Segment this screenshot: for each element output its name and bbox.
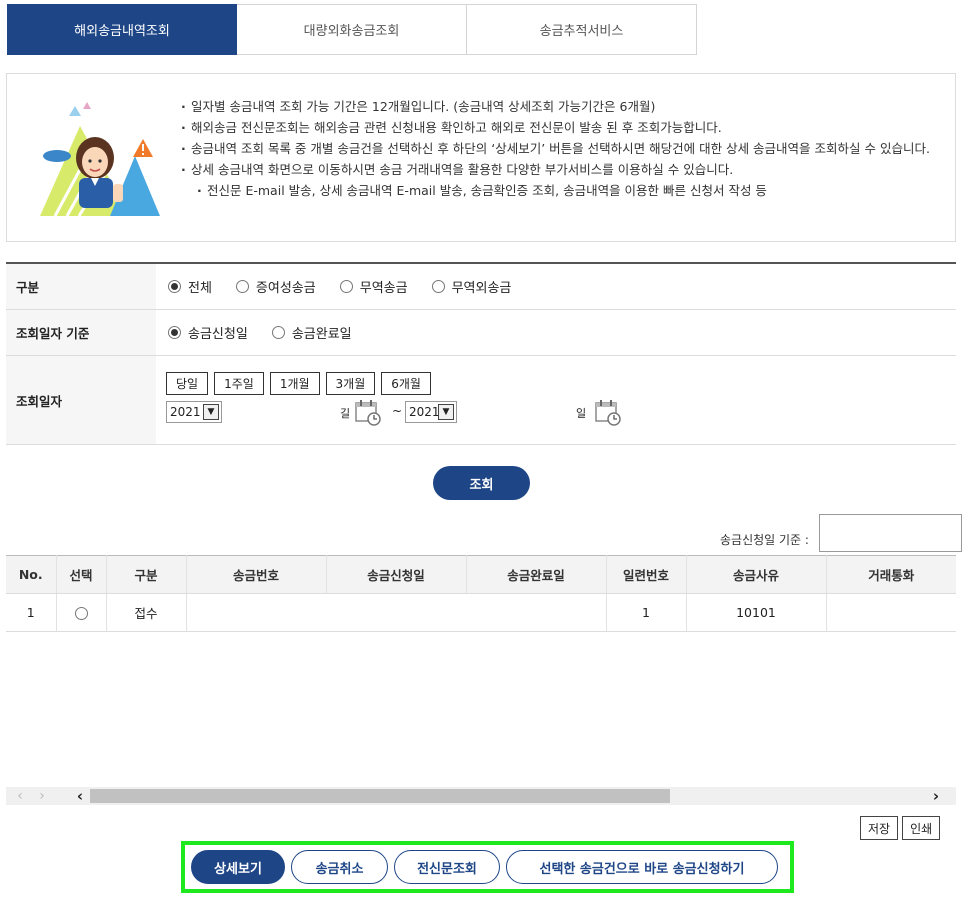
scroll-prev-icon[interactable]: ‹ (10, 787, 30, 805)
period-today-button[interactable]: 당일 (166, 371, 209, 395)
cell-select (56, 593, 107, 632)
radio-label: 무역외송금 (451, 281, 512, 296)
telegram-inquiry-button[interactable]: 전신문조회 (394, 850, 500, 884)
radio-type-gift[interactable]: 증여성송금 (235, 277, 316, 296)
save-button[interactable]: 저장 (860, 816, 899, 840)
type-radio-group: 전체 증여성송금 무역송금 무역외송금 (156, 264, 956, 309)
cell-apply-date (326, 593, 466, 632)
print-button[interactable]: 인쇄 (902, 816, 941, 840)
col-header-type: 구분 (106, 555, 187, 594)
scrollbar-thumb[interactable] (90, 789, 670, 803)
info-sub-item: 전신문 E-mail 발송, 상세 송금내역 E-mail 발송, 송금확인증 … (179, 180, 949, 201)
chevron-down-icon: ▼ (438, 403, 454, 420)
results-table: No. 선택 구분 송금번호 송금신청일 송금완료일 일련번호 송금사유 거래통… (6, 555, 956, 632)
end-year-value: 2021 (409, 404, 440, 419)
cell-type: 접수 (106, 593, 187, 632)
col-header-reason: 송금사유 (686, 555, 827, 594)
start-day-suffix: 길 (340, 406, 351, 420)
cell-reason: 10101 (686, 593, 827, 632)
col-header-complete-date: 송금완료일 (466, 555, 607, 594)
info-item: 해외송금 전신문조회는 해외송금 관련 신청내용 확인하고 해외로 전신문이 발… (179, 117, 949, 138)
radio-basis-complete[interactable]: 송금완료일 (271, 323, 352, 342)
row-type: 구분 전체 증여성송금 무역송금 무역외송금 (6, 264, 956, 310)
row-basis: 조회일자 기준 송금신청일 송금완료일 (6, 310, 956, 356)
radio-type-all[interactable]: 전체 (168, 277, 212, 296)
basis-radio-group: 송금신청일 송금완료일 (156, 310, 956, 355)
search-button[interactable]: 조회 (433, 466, 530, 500)
cell-serial: 1 (606, 593, 687, 632)
horizontal-scrollbar[interactable]: ‹ › ‹ › (6, 787, 956, 805)
info-item: 일자별 송금내역 조회 가능 기간은 12개월입니다. (송금내역 상세조회 가… (179, 96, 949, 117)
reapply-remittance-button[interactable]: 선택한 송금건으로 바로 송금신청하기 (506, 850, 778, 884)
chevron-down-icon: ▼ (203, 403, 219, 420)
period-6month-button[interactable]: 6개월 (381, 371, 431, 395)
info-list: 일자별 송금내역 조회 가능 기간은 12개월입니다. (송금내역 상세조회 가… (179, 96, 949, 201)
col-header-apply-date: 송금신청일 (326, 555, 467, 594)
type-label: 구분 (6, 264, 156, 309)
col-header-no: No. (6, 555, 57, 594)
table-row[interactable]: 1 접수 1 10101 (6, 593, 956, 632)
detail-view-button[interactable]: 상세보기 (191, 850, 285, 884)
radio-label: 송금완료일 (291, 327, 352, 342)
radio-label: 무역송금 (359, 281, 408, 296)
col-header-remit-no: 송금번호 (186, 555, 327, 594)
calendar-icon[interactable] (354, 398, 382, 426)
radio-button[interactable] (431, 280, 445, 293)
start-year-value: 2021 (170, 404, 201, 419)
cell-remit-no (186, 593, 326, 632)
radio-type-trade[interactable]: 무역송금 (339, 277, 408, 296)
radio-button[interactable] (168, 280, 181, 293)
info-item: 상세 송금내역 화면으로 이동하시면 송금 거래내역을 활용한 다양한 부가서비… (179, 159, 949, 180)
cell-complete-date (466, 593, 607, 632)
radio-button[interactable] (339, 280, 353, 293)
period-1week-button[interactable]: 1주일 (214, 371, 264, 395)
date-separator: ~ (392, 403, 403, 418)
radio-basis-apply[interactable]: 송금신청일 (168, 323, 248, 342)
start-year-select[interactable]: 2021 ▼ (166, 400, 222, 423)
radio-button[interactable] (235, 280, 249, 293)
date-label: 조회일자 (6, 356, 156, 444)
cancel-remittance-button[interactable]: 송금취소 (291, 850, 388, 884)
info-item: 송금내역 조회 목록 중 개별 송금건을 선택하신 후 하단의 ‘상세보기’ 버… (179, 138, 949, 159)
row-select-radio[interactable] (74, 607, 88, 620)
sort-label: 송금신청일 기준 : (720, 533, 809, 547)
radio-button[interactable] (168, 326, 181, 339)
tab-overseas-remittance[interactable]: 해외송금내역조회 (7, 4, 237, 55)
tab-bar: 해외송금내역조회 대량외화송금조회 송금추적서비스 (7, 4, 697, 55)
end-day-suffix: 일 (576, 406, 587, 420)
cell-no: 1 (6, 593, 57, 632)
radio-label: 증여성송금 (255, 281, 316, 296)
basis-label: 조회일자 기준 (6, 310, 156, 355)
scroll-right-arrow-icon[interactable]: › (926, 787, 946, 805)
end-year-select[interactable]: 2021 ▼ (405, 400, 457, 423)
row-date: 조회일자 당일 1주일 1개월 3개월 6개월 2021 ▼ 길 ~ 2021 … (6, 356, 956, 445)
scroll-next-icon[interactable]: › (32, 787, 52, 805)
radio-label: 전체 (188, 281, 212, 296)
cell-currency (826, 593, 956, 632)
radio-type-non-trade[interactable]: 무역외송금 (431, 277, 512, 296)
period-3month-button[interactable]: 3개월 (325, 371, 376, 395)
action-button-group: 상세보기 송금취소 전신문조회 선택한 송금건으로 바로 송금신청하기 (181, 841, 794, 893)
utility-buttons: 저장 인쇄 (860, 816, 941, 840)
radio-button[interactable] (271, 326, 285, 339)
info-box: 일자별 송금내역 조회 가능 기간은 12개월입니다. (송금내역 상세조회 가… (6, 73, 956, 242)
col-header-currency: 거래통화 (826, 555, 956, 594)
tab-remittance-tracking[interactable]: 송금추적서비스 (467, 4, 697, 55)
table-header-row: No. 선택 구분 송금번호 송금신청일 송금완료일 일련번호 송금사유 거래통… (6, 555, 956, 594)
radio-label: 송금신청일 (188, 327, 248, 342)
sort-select[interactable] (819, 514, 962, 552)
col-header-serial: 일련번호 (606, 555, 687, 594)
customer-service-illustration-icon (40, 102, 160, 217)
calendar-icon[interactable] (594, 398, 622, 426)
date-range: 2021 ▼ 길 ~ 2021 ▼ 일 (166, 398, 946, 429)
col-header-select: 선택 (56, 555, 107, 594)
tab-bulk-remittance[interactable]: 대량외화송금조회 (237, 4, 467, 55)
period-1month-button[interactable]: 1개월 (269, 371, 320, 395)
scroll-left-arrow-icon[interactable]: ‹ (70, 787, 90, 805)
period-button-group: 당일 1주일 1개월 3개월 6개월 (166, 371, 431, 395)
search-form: 구분 전체 증여성송금 무역송금 무역외송금 조회일자 기준 송금신청일 송금완… (6, 262, 956, 445)
date-controls: 당일 1주일 1개월 3개월 6개월 2021 ▼ 길 ~ 2021 ▼ 일 (156, 356, 956, 444)
